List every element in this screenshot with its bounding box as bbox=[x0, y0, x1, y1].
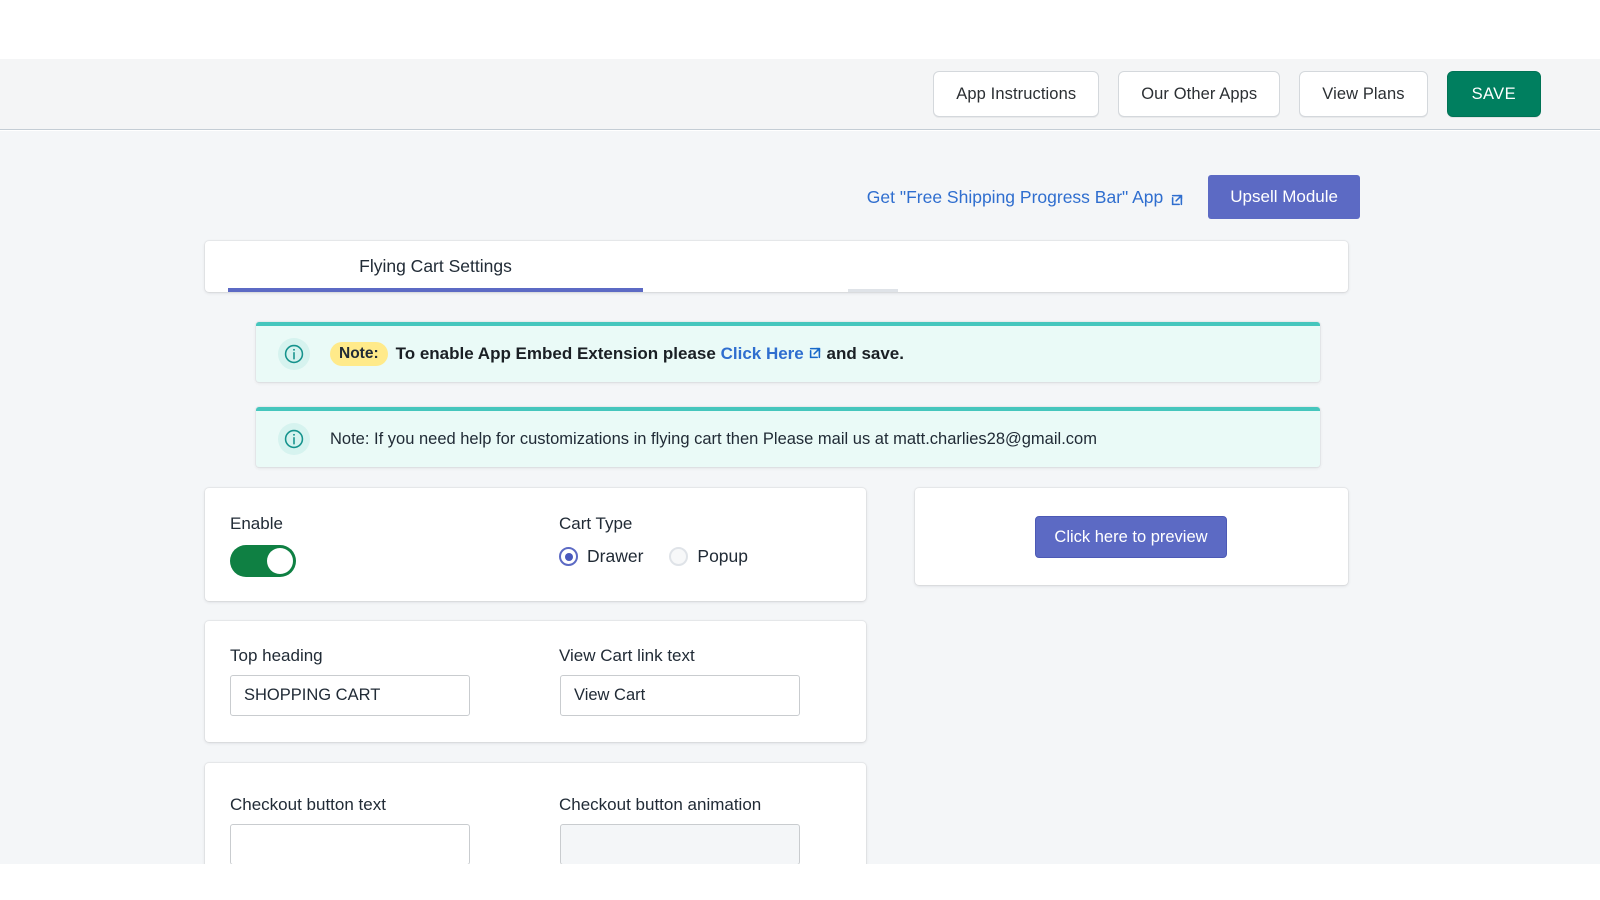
promo-row: Get "Free Shipping Progress Bar" App Ups… bbox=[867, 175, 1360, 219]
enable-toggle[interactable] bbox=[230, 545, 296, 577]
cart-type-radio-group: Drawer Popup bbox=[559, 546, 748, 567]
enable-label: Enable bbox=[230, 514, 283, 534]
cart-type-option-popup[interactable]: Popup bbox=[669, 546, 748, 567]
free-shipping-progress-bar-link-label: Get "Free Shipping Progress Bar" App bbox=[867, 187, 1163, 208]
header-action-bar: App Instructions Our Other Apps View Pla… bbox=[0, 59, 1600, 130]
checkout-fields-card: Checkout button text Checkout button ani… bbox=[205, 763, 866, 873]
our-other-apps-button[interactable]: Our Other Apps bbox=[1118, 71, 1280, 117]
tab-flying-cart-settings-label: Flying Cart Settings bbox=[359, 256, 512, 277]
tab-strip: Flying Cart Settings bbox=[205, 241, 1348, 292]
heading-fields-card: Top heading View Cart link text bbox=[205, 621, 866, 742]
cart-type-label: Cart Type bbox=[559, 514, 632, 534]
app-embed-notice-banner: Note: To enable App Embed Extension plea… bbox=[256, 322, 1320, 382]
view-plans-button[interactable]: View Plans bbox=[1299, 71, 1427, 117]
cart-type-option-drawer-label: Drawer bbox=[587, 546, 643, 567]
enable-toggle-knob bbox=[267, 548, 293, 574]
click-here-link[interactable]: Click Here bbox=[721, 344, 804, 363]
header-button-group: App Instructions Our Other Apps View Pla… bbox=[933, 71, 1541, 117]
enable-cart-type-card: Enable Cart Type Drawer Popup bbox=[205, 488, 866, 601]
settings-tab-card: Flying Cart Settings bbox=[205, 241, 1348, 292]
info-circle-icon bbox=[278, 338, 310, 370]
support-contact-banner: Note: If you need help for customization… bbox=[256, 407, 1320, 467]
preview-card: Click here to preview bbox=[915, 488, 1348, 585]
info-circle-icon bbox=[278, 423, 310, 455]
external-link-icon bbox=[1170, 191, 1184, 205]
top-heading-label: Top heading bbox=[230, 646, 323, 666]
tab-divider bbox=[848, 289, 898, 292]
checkout-button-animation-select[interactable] bbox=[560, 824, 800, 865]
view-cart-link-text-label: View Cart link text bbox=[559, 646, 695, 666]
upsell-module-button[interactable]: Upsell Module bbox=[1208, 175, 1360, 219]
tab-flying-cart-settings[interactable]: Flying Cart Settings bbox=[205, 241, 643, 292]
free-shipping-progress-bar-link[interactable]: Get "Free Shipping Progress Bar" App bbox=[867, 187, 1184, 208]
app-embed-notice-text-after: and save. bbox=[827, 344, 905, 363]
app-instructions-button[interactable]: App Instructions bbox=[933, 71, 1099, 117]
save-button[interactable]: SAVE bbox=[1447, 71, 1541, 117]
radio-selected-icon bbox=[559, 547, 578, 566]
page-body: Get "Free Shipping Progress Bar" App Ups… bbox=[0, 131, 1600, 900]
checkout-button-text-label: Checkout button text bbox=[230, 795, 386, 815]
radio-unselected-icon bbox=[669, 547, 688, 566]
app-embed-notice-text: To enable App Embed Extension please Cli… bbox=[396, 344, 904, 364]
bottom-white-strip bbox=[0, 864, 1600, 900]
top-heading-input[interactable] bbox=[230, 675, 470, 716]
view-cart-link-text-input[interactable] bbox=[560, 675, 800, 716]
cart-type-option-drawer[interactable]: Drawer bbox=[559, 546, 643, 567]
preview-button[interactable]: Click here to preview bbox=[1035, 516, 1227, 558]
checkout-button-animation-label: Checkout button animation bbox=[559, 795, 761, 815]
cart-type-option-popup-label: Popup bbox=[697, 546, 748, 567]
external-link-icon bbox=[808, 345, 822, 359]
note-badge: Note: bbox=[330, 342, 388, 366]
app-embed-notice-text-before: To enable App Embed Extension please bbox=[396, 344, 716, 363]
support-contact-text: Note: If you need help for customization… bbox=[330, 430, 1097, 449]
checkout-button-text-input[interactable] bbox=[230, 824, 470, 865]
top-white-strip bbox=[0, 0, 1600, 59]
